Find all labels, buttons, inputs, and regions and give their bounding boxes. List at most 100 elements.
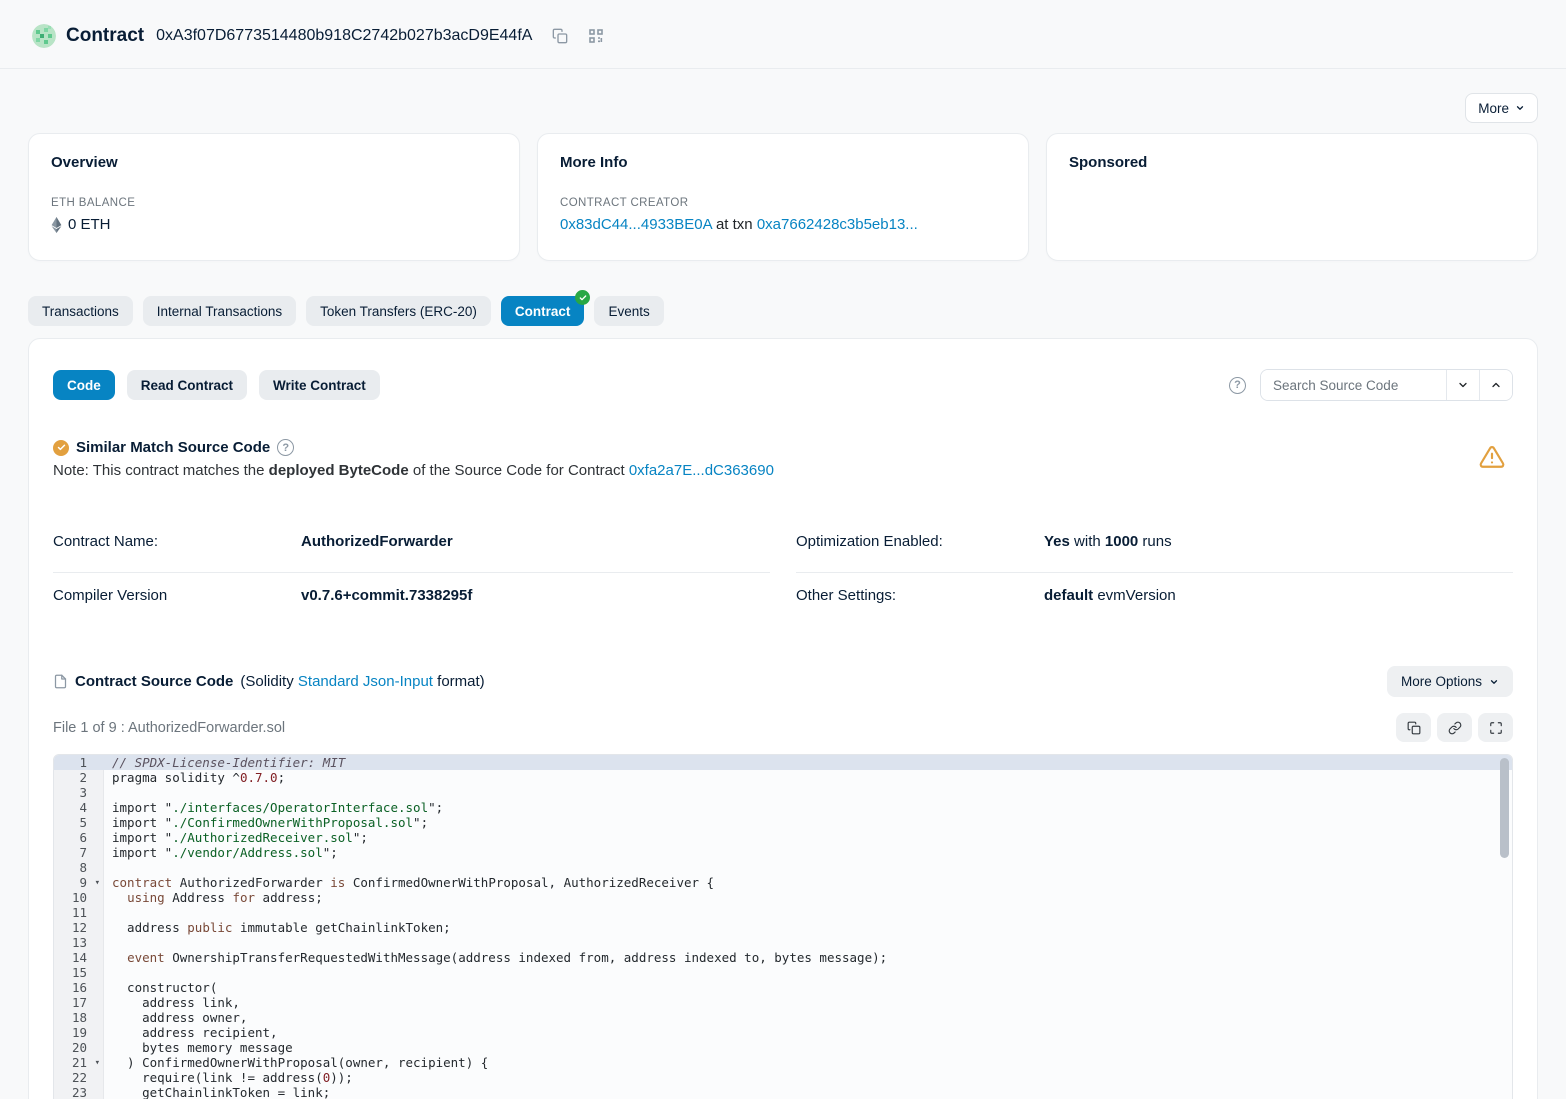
code-text: using Address for address; <box>104 890 323 905</box>
other-settings-value: default evmVersion <box>1044 587 1176 604</box>
more-options-button[interactable]: More Options <box>1387 666 1513 697</box>
optimization-row: Optimization Enabled: Yes with 1000 runs <box>796 519 1513 573</box>
subtab-write-contract[interactable]: Write Contract <box>259 370 380 400</box>
more-button[interactable]: More <box>1465 93 1538 123</box>
qr-code-icon[interactable] <box>588 28 604 44</box>
expand-button[interactable] <box>1478 713 1513 742</box>
line-number[interactable]: 22 <box>54 1070 104 1085</box>
tab-events[interactable]: Events <box>594 296 663 326</box>
code-text: address owner, <box>104 1010 247 1025</box>
overview-card: Overview ETH BALANCE 0 ETH <box>28 133 520 261</box>
eth-icon <box>51 217 62 233</box>
search-next-button[interactable] <box>1446 370 1479 400</box>
contract-avatar <box>32 24 56 48</box>
code-line: 16 constructor( <box>54 980 1512 995</box>
code-line: 2pragma solidity ^0.7.0; <box>54 770 1512 785</box>
code-text <box>104 935 120 950</box>
line-number[interactable]: 18 <box>54 1010 104 1025</box>
copy-icon[interactable] <box>552 28 568 44</box>
code-line: 10 using Address for address; <box>54 890 1512 905</box>
chevron-down-icon <box>1489 677 1499 687</box>
code-line: 1// SPDX-License-Identifier: MIT <box>54 755 1512 770</box>
compiler-version-label: Compiler Version <box>53 587 301 604</box>
line-number[interactable]: 14 <box>54 950 104 965</box>
more-info-card: More Info CONTRACT CREATOR 0x83dC44...49… <box>537 133 1029 261</box>
creator-address-link[interactable]: 0x83dC44...4933BE0A <box>560 216 712 233</box>
code-line: 18 address owner, <box>54 1010 1512 1025</box>
code-line: 8 <box>54 860 1512 875</box>
similar-contract-link[interactable]: 0xfa2a7E...dC363690 <box>629 462 774 479</box>
line-number[interactable]: 5 <box>54 815 104 830</box>
line-number[interactable]: 12 <box>54 920 104 935</box>
source-code-editor[interactable]: 1// SPDX-License-Identifier: MIT2pragma … <box>53 754 1513 1099</box>
help-icon[interactable]: ? <box>1229 377 1246 394</box>
code-line: 19 address recipient, <box>54 1025 1512 1040</box>
line-number[interactable]: 4 <box>54 800 104 815</box>
expand-icon <box>1489 721 1503 735</box>
tab-internal-transactions[interactable]: Internal Transactions <box>143 296 296 326</box>
code-text: getChainlinkToken = link; <box>104 1085 330 1099</box>
code-text: import "./interfaces/OperatorInterface.s… <box>104 800 443 815</box>
chevron-down-icon <box>1515 103 1525 113</box>
tab-bar: Transactions Internal Transactions Token… <box>28 296 1538 326</box>
code-text: contract AuthorizedForwarder is Confirme… <box>104 875 714 890</box>
line-number[interactable]: 17 <box>54 995 104 1010</box>
code-text: address link, <box>104 995 240 1010</box>
code-text <box>104 965 120 980</box>
copy-source-button[interactable] <box>1396 713 1431 742</box>
code-line: 11 <box>54 905 1512 920</box>
line-number[interactable]: 23 <box>54 1085 104 1099</box>
fold-arrow-icon[interactable]: ▾ <box>95 1056 100 1071</box>
at-txn-text: at txn <box>712 216 757 233</box>
sponsored-card-title: Sponsored <box>1069 154 1515 171</box>
source-format-text: (Solidity Standard Json-Input format) <box>240 673 484 690</box>
line-number[interactable]: 10 <box>54 890 104 905</box>
more-button-label: More <box>1478 101 1509 116</box>
line-number[interactable]: 2 <box>54 770 104 785</box>
tab-contract[interactable]: Contract <box>501 296 585 326</box>
line-number[interactable]: 15 <box>54 965 104 980</box>
fold-arrow-icon[interactable]: ▾ <box>95 876 100 891</box>
code-line: 12 address public immutable getChainlink… <box>54 920 1512 935</box>
tab-transactions[interactable]: Transactions <box>28 296 133 326</box>
copy-icon <box>1407 721 1421 735</box>
overview-card-title: Overview <box>51 154 497 171</box>
line-number[interactable]: 3 <box>54 785 104 800</box>
line-number[interactable]: 1 <box>54 755 104 770</box>
warning-triangle-icon[interactable] <box>1479 444 1505 475</box>
code-text: import "./ConfirmedOwnerWithProposal.sol… <box>104 815 428 830</box>
search-source-code-input[interactable] <box>1261 370 1446 400</box>
line-number[interactable]: 19 <box>54 1025 104 1040</box>
header-divider <box>0 68 1566 69</box>
search-prev-button[interactable] <box>1479 370 1512 400</box>
file-icon <box>53 674 68 689</box>
json-input-format-link[interactable]: Standard Json-Input <box>298 673 433 690</box>
chevron-down-icon <box>1457 379 1469 391</box>
line-number[interactable]: 16 <box>54 980 104 995</box>
code-line: 21▾ ) ConfirmedOwnerWithProposal(owner, … <box>54 1055 1512 1070</box>
code-line: 9▾contract AuthorizedForwarder is Confir… <box>54 875 1512 890</box>
permalink-button[interactable] <box>1437 713 1472 742</box>
contract-name-row: Contract Name: AuthorizedForwarder <box>53 519 770 573</box>
tab-token-transfers[interactable]: Token Transfers (ERC-20) <box>306 296 491 326</box>
code-line: 13 <box>54 935 1512 950</box>
help-icon[interactable]: ? <box>277 439 294 456</box>
line-number[interactable]: 11 <box>54 905 104 920</box>
line-number[interactable]: 13 <box>54 935 104 950</box>
subtab-read-contract[interactable]: Read Contract <box>127 370 247 400</box>
line-number[interactable]: 8 <box>54 860 104 875</box>
code-line: 22 require(link != address(0)); <box>54 1070 1512 1085</box>
similar-match-title: Similar Match Source Code <box>76 439 270 456</box>
source-code-title: Contract Source Code <box>75 673 233 690</box>
code-text <box>104 860 120 875</box>
line-number[interactable]: 9▾ <box>54 875 104 890</box>
chevron-up-icon <box>1490 379 1502 391</box>
code-line: 6import "./AuthorizedReceiver.sol"; <box>54 830 1512 845</box>
line-number[interactable]: 21▾ <box>54 1055 104 1070</box>
line-number[interactable]: 20 <box>54 1040 104 1055</box>
editor-scrollbar[interactable] <box>1500 758 1509 858</box>
line-number[interactable]: 6 <box>54 830 104 845</box>
line-number[interactable]: 7 <box>54 845 104 860</box>
creation-txn-link[interactable]: 0xa7662428c3b5eb13... <box>757 216 918 233</box>
subtab-code[interactable]: Code <box>53 370 115 400</box>
